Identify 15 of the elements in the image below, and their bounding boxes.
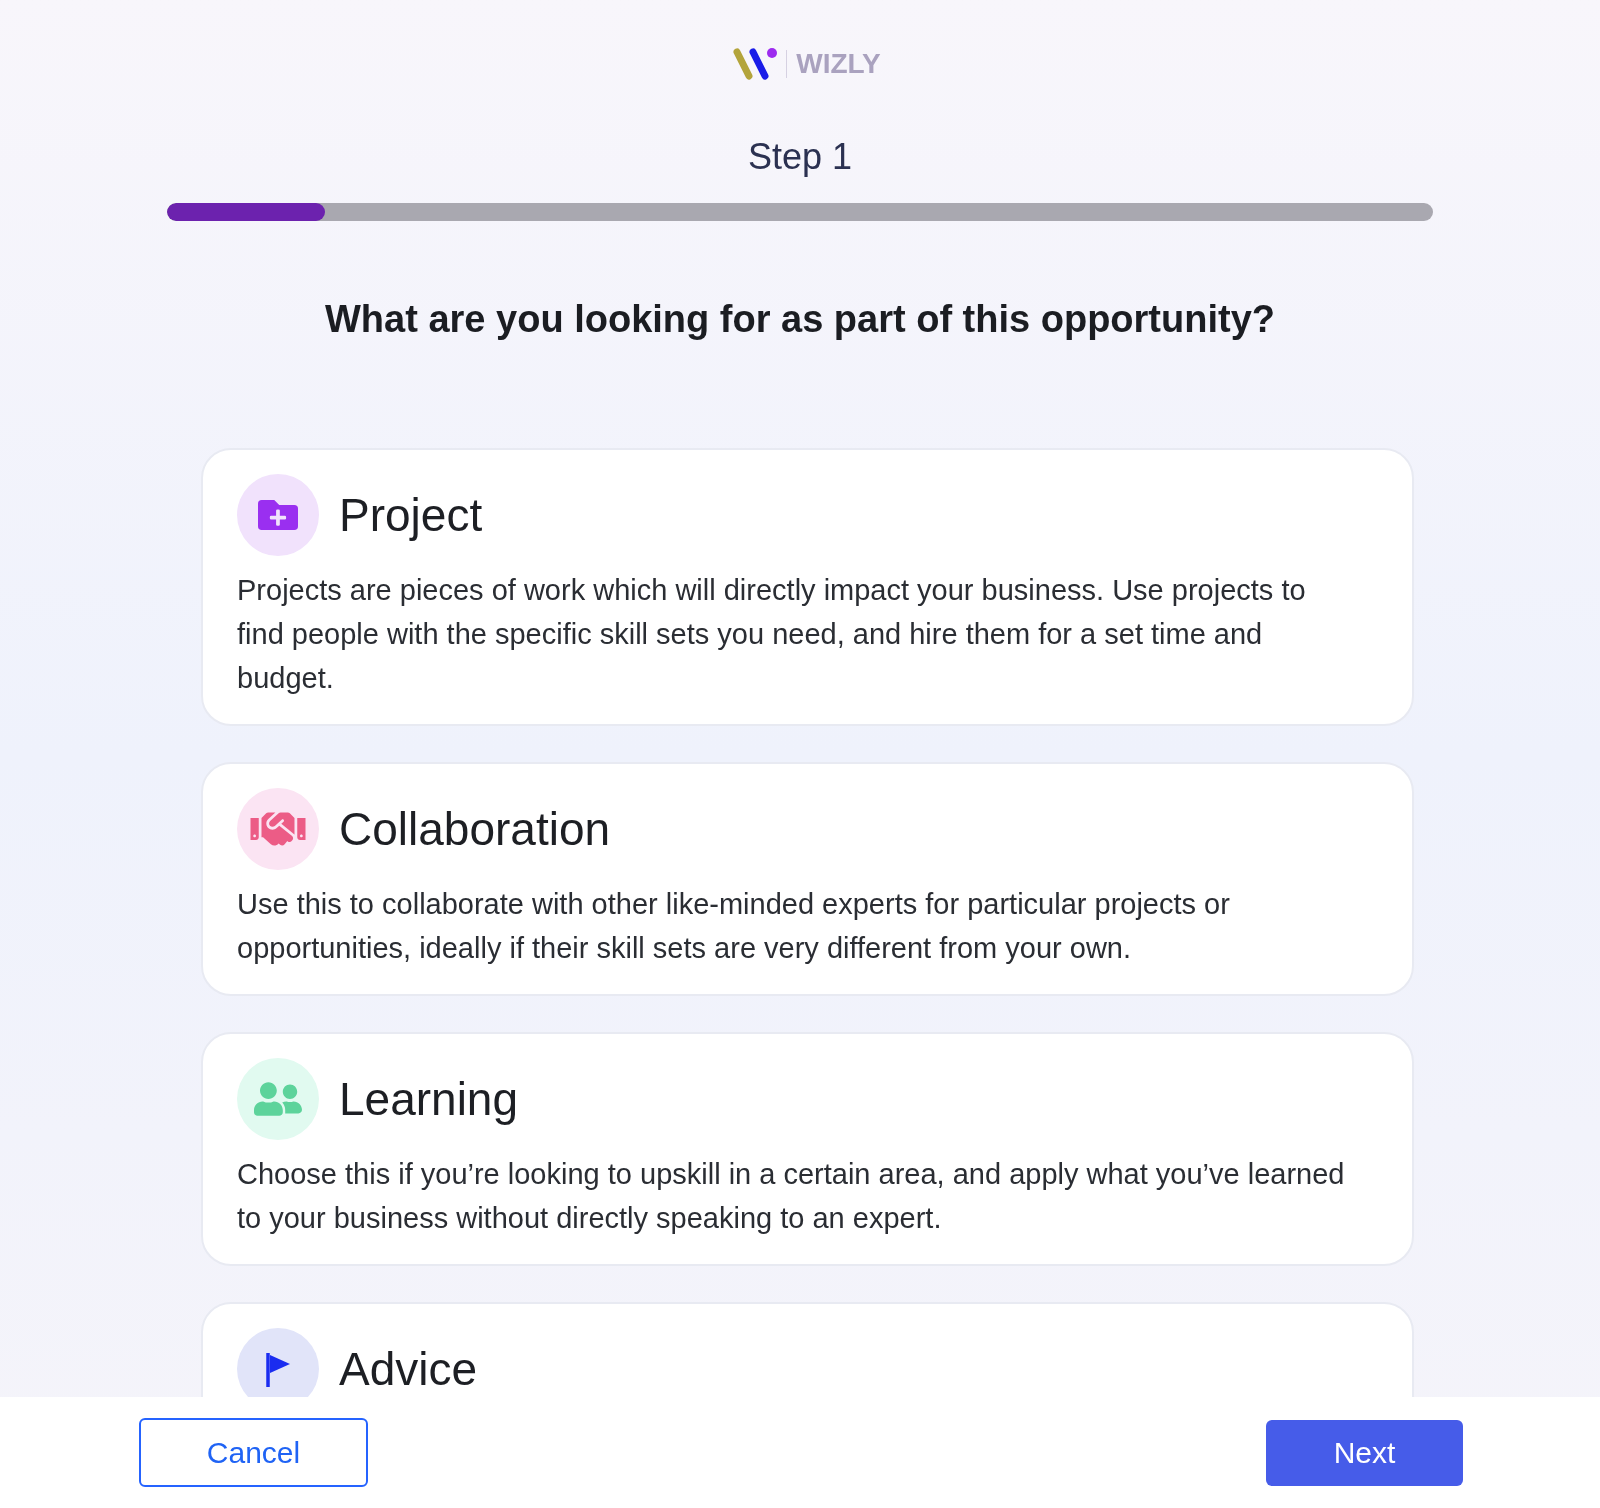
question-heading: What are you looking for as part of this opportunity? bbox=[325, 297, 1275, 342]
logo-icon bbox=[731, 47, 778, 80]
logo-wordmark: WIZLY bbox=[796, 47, 881, 80]
next-button[interactable]: Next bbox=[1266, 1419, 1463, 1486]
option-description: Projects are pieces of work which will directly impact your business. Use projects to find people with the specific skill sets you need, and hire them for a set time and budget. bbox=[237, 573, 1307, 696]
option-card[interactable]: Collaboration Use this to collaborate with other like-minded experts for particular projects or opportunities, ideally if their skill sets are very different from your own. bbox=[201, 762, 1414, 996]
step-label: Step 1 bbox=[747, 136, 853, 178]
option-card[interactable]: Advice bbox=[201, 1302, 1414, 1397]
option-title: Advice bbox=[339, 1346, 478, 1392]
option-description: Choose this if you’re looking to upskill in a certain area, and apply what you’ve learned to your business without directly speaking to an expert. bbox=[237, 1157, 1346, 1236]
cancel-button[interactable]: Cancel bbox=[139, 1418, 368, 1487]
option-card[interactable]: Learning Choose this if you’re looking to upskill in a certain area, and apply what you’ve learned to your business without directly speaking to an expert. bbox=[201, 1032, 1414, 1266]
option-card[interactable]: Project Projects are pieces of work which will directly impact your business. Use projects to find people with the specific skill sets you need, and hire them for a set time and budget. bbox=[201, 448, 1414, 726]
option-description: Use this to collaborate with other like-minded experts for particular projects or opportunities, ideally if their skill sets are very different from your own. bbox=[237, 887, 1231, 966]
option-title: Collaboration bbox=[339, 806, 611, 852]
